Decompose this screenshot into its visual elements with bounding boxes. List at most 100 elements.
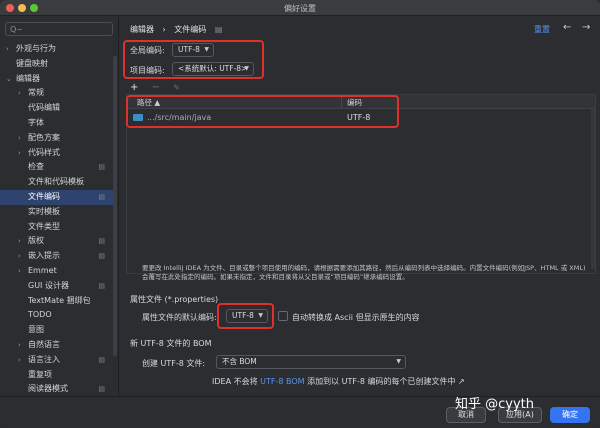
chevron-right-icon[interactable]: ›: [18, 146, 21, 161]
sidebar-item[interactable]: › Emmet: [0, 264, 113, 279]
sidebar-item[interactable]: › 代码样式: [0, 146, 113, 161]
sidebar-item[interactable]: › 语言注入 ▤: [0, 353, 113, 368]
sidebar-item-label: 键盘映射: [16, 58, 48, 68]
sidebar-item-label: 自然语言: [28, 339, 60, 349]
ok-button[interactable]: 确定: [550, 407, 590, 423]
sidebar-item[interactable]: › 常规: [0, 86, 113, 101]
breadcrumb-parent[interactable]: 编辑器: [130, 25, 154, 34]
preferences-window: 偏好设置 Q~ › 外观与行为键盘映射 ⌄ 编辑器 › 常规代码编辑 字体 › 配色方案 › 代码样…: [0, 0, 600, 428]
project-scope-icon: ▤: [98, 192, 105, 201]
sidebar-item-label: 配色方案: [28, 132, 60, 142]
chevron-right-icon[interactable]: ›: [18, 264, 21, 279]
settings-tree: › 外观与行为键盘映射 ⌄ 编辑器 › 常规代码编辑 字体 › 配色方案 › 代码样式检查 ▤ 文件和代…: [0, 42, 113, 397]
sidebar-item-label: 意图: [28, 325, 44, 335]
sidebar-item-label: 实时模板: [28, 206, 60, 216]
properties-highlight-box: [217, 303, 274, 329]
sidebar-item[interactable]: › 配色方案: [0, 131, 113, 146]
settings-search-input[interactable]: Q~: [5, 22, 113, 36]
transparent-native-label: 自动转换成 Ascii 但显示原生的内容: [292, 313, 420, 322]
sidebar-item[interactable]: 键盘映射: [0, 57, 113, 72]
breadcrumb: 编辑器 › 文件编码 ▤: [130, 24, 228, 35]
chevron-right-icon[interactable]: ›: [18, 131, 21, 146]
sidebar-item[interactable]: › 版权 ▤: [0, 234, 113, 249]
sidebar-item-label: 嵌入提示: [28, 251, 60, 261]
sidebar-item[interactable]: 重复项: [0, 368, 113, 383]
project-scope-icon: ▤: [98, 237, 105, 246]
project-scope-icon: ▤: [98, 385, 105, 394]
add-icon[interactable]: +: [130, 82, 138, 93]
sidebar-item[interactable]: TODO: [0, 308, 113, 323]
sidebar-item-label: 阅读器模式: [28, 384, 68, 394]
chevron-right-icon[interactable]: ›: [6, 42, 9, 57]
sidebar-item[interactable]: 实时模板: [0, 205, 113, 220]
properties-section-title: 属性文件 (*.properties): [130, 295, 219, 304]
search-icon: Q~: [10, 25, 23, 34]
sidebar-item-label: 文件编码: [28, 191, 60, 201]
sidebar-item[interactable]: 代码编辑: [0, 101, 113, 116]
sidebar-item-label: 常规: [28, 88, 44, 98]
bom-section-title: 新 UTF-8 文件的 BOM: [130, 339, 212, 348]
encoding-help-text: 要更改 IntelliJ IDEA 为文件、目录或整个项目使用的编码，请根据需要…: [142, 264, 586, 281]
sidebar-item[interactable]: 阅读器模式 ▤: [0, 382, 113, 397]
sidebar-item-label: 代码样式: [28, 147, 60, 157]
chevron-right-icon[interactable]: ›: [18, 234, 21, 249]
chevron-right-icon[interactable]: ›: [18, 338, 21, 353]
settings-content: 编辑器 › 文件编码 ▤ 重置 ← → 全局编码: UTF-8 ▼ 项目编码: …: [120, 16, 600, 396]
remove-icon[interactable]: −: [152, 82, 160, 93]
chevron-right-icon[interactable]: ›: [18, 249, 21, 264]
sidebar-item[interactable]: › 嵌入提示 ▤: [0, 249, 113, 264]
encoding-highlight-box: [123, 40, 264, 79]
bom-select-value: 不含 BOM: [222, 357, 257, 366]
sidebar-item[interactable]: GUI 设计器 ▤: [0, 279, 113, 294]
sidebar-item-label: GUI 设计器: [28, 280, 69, 290]
project-scope-icon: ▤: [98, 163, 105, 172]
sidebar-item-label: 语言注入: [28, 354, 60, 364]
sidebar-item-label: 外观与行为: [16, 44, 56, 53]
project-scope-icon: ▤: [98, 281, 105, 290]
chevron-down-icon[interactable]: ⌄: [6, 72, 12, 87]
sidebar-item[interactable]: ⌄ 编辑器: [0, 72, 113, 87]
sidebar-item[interactable]: 检查 ▤: [0, 160, 113, 175]
project-scope-icon: ▤: [98, 355, 105, 364]
settings-sidebar: Q~ › 外观与行为键盘映射 ⌄ 编辑器 › 常规代码编辑 字体 › 配色方案 › 代码样式检查 ▤ 文…: [0, 16, 119, 396]
sidebar-scrollbar[interactable]: [113, 56, 117, 356]
sidebar-item-label: 文件和代码模板: [28, 177, 84, 187]
sidebar-item-label: 编辑器: [16, 73, 40, 83]
sidebar-item-label: 文件类型: [28, 221, 60, 231]
chevron-right-icon[interactable]: ›: [18, 86, 21, 101]
watermark-text: 知乎 @cyyth: [455, 397, 535, 412]
transparent-native-checkbox[interactable]: [278, 311, 288, 321]
bom-info-suffix: 添加到以 UTF-8 编码的每个已创建文件中 ↗: [307, 377, 465, 386]
reset-link[interactable]: 重置: [534, 24, 550, 35]
title-bar: 偏好设置: [0, 0, 600, 16]
bom-info: IDEA 不会将 UTF-8 BOM 添加到以 UTF-8 编码的每个已创建文件…: [212, 376, 465, 387]
window-title: 偏好设置: [284, 4, 316, 13]
project-scope-icon: ▤: [214, 25, 223, 34]
edit-icon[interactable]: ✎: [173, 83, 180, 92]
forward-arrow-icon[interactable]: →: [582, 22, 590, 33]
chevron-down-icon: ▼: [396, 358, 401, 365]
create-utf8-label: 创建 UTF-8 文件:: [142, 359, 206, 368]
utf8-bom-link[interactable]: UTF-8 BOM: [260, 377, 304, 386]
sidebar-item[interactable]: 文件编码 ▤: [0, 189, 113, 205]
sidebar-item[interactable]: 字体: [0, 116, 113, 131]
sidebar-item[interactable]: 意图: [0, 323, 113, 338]
bom-select[interactable]: 不含 BOM ▼: [216, 355, 406, 369]
sidebar-item[interactable]: 文件类型: [0, 220, 113, 235]
sidebar-item[interactable]: › 外观与行为: [0, 42, 113, 57]
back-arrow-icon[interactable]: ←: [563, 22, 571, 33]
bom-info-prefix: IDEA 不会将: [212, 377, 258, 386]
sidebar-item-label: TextMate 捆绑包: [28, 295, 91, 305]
sidebar-item[interactable]: TextMate 捆绑包: [0, 294, 113, 309]
table-scrollbar[interactable]: [591, 109, 595, 269]
sidebar-item[interactable]: 文件和代码模板: [0, 175, 113, 190]
chevron-right-icon[interactable]: ›: [18, 353, 21, 368]
table-toolbar: + − ✎: [130, 82, 190, 93]
breadcrumb-separator: ›: [162, 25, 166, 34]
sidebar-item-label: Emmet: [28, 265, 57, 275]
sidebar-item-label: 版权: [28, 236, 44, 246]
sidebar-item-label: 字体: [28, 117, 44, 127]
sidebar-item[interactable]: › 自然语言: [0, 338, 113, 353]
sidebar-item-label: 重复项: [28, 369, 52, 379]
project-scope-icon: ▤: [98, 252, 105, 261]
